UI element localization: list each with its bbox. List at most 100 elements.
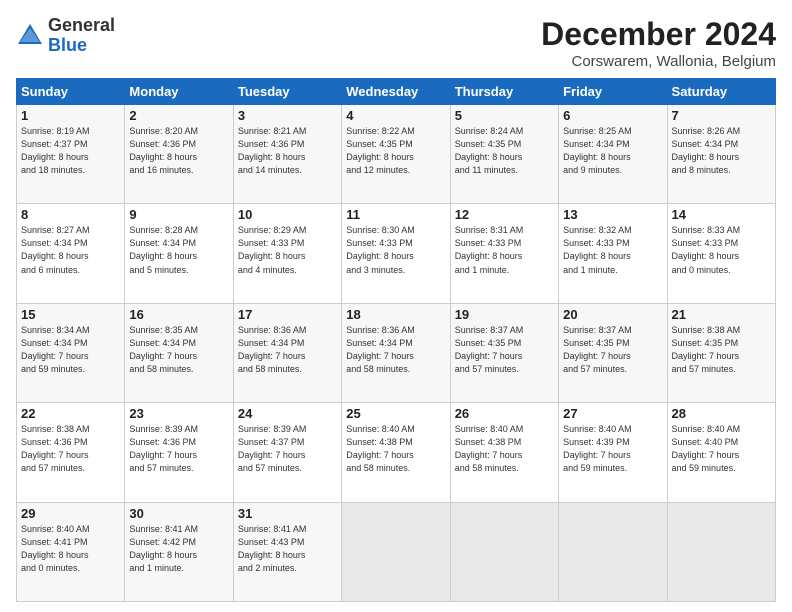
- day-cell: 1Sunrise: 8:19 AMSunset: 4:37 PMDaylight…: [17, 105, 125, 204]
- day-cell: 19 Sunrise: 8:37 AMSunset: 4:35 PMDayligh…: [450, 303, 558, 402]
- day-cell: 31 Sunrise: 8:41 AMSunset: 4:43 PMDayligh…: [233, 502, 341, 601]
- day-cell: 14 Sunrise: 8:33 AMSunset: 4:33 PMDayligh…: [667, 204, 775, 303]
- calendar-page: General Blue December 2024 Corswarem, Wa…: [0, 0, 792, 612]
- page-title: December 2024: [541, 16, 776, 53]
- week-row-1: 1Sunrise: 8:19 AMSunset: 4:37 PMDaylight…: [17, 105, 776, 204]
- day-info: Sunrise: 8:32 AMSunset: 4:33 PMDaylight:…: [563, 224, 662, 276]
- day-cell: 5Sunrise: 8:24 AMSunset: 4:35 PMDaylight…: [450, 105, 558, 204]
- day-number: 1: [21, 108, 120, 123]
- day-number: 19: [455, 307, 554, 322]
- day-cell: 4 Sunrise: 8:22 AMSunset: 4:35 PMDaylight…: [342, 105, 450, 204]
- day-info: Sunrise: 8:41 AMSunset: 4:43 PMDaylight:…: [238, 523, 337, 575]
- calendar-table: SundayMondayTuesdayWednesdayThursdayFrid…: [16, 78, 776, 602]
- day-info: Sunrise: 8:37 AMSunset: 4:35 PMDaylight:…: [455, 324, 554, 376]
- day-number: 6: [563, 108, 662, 123]
- day-number: 16: [129, 307, 228, 322]
- day-number: 12: [455, 207, 554, 222]
- day-info: Sunrise: 8:21 AMSunset: 4:36 PMDaylight:…: [238, 125, 337, 177]
- day-cell: 17 Sunrise: 8:36 AMSunset: 4:34 PMDayligh…: [233, 303, 341, 402]
- logo: General Blue: [16, 16, 115, 56]
- week-row-5: 29 Sunrise: 8:40 AMSunset: 4:41 PMDayligh…: [17, 502, 776, 601]
- day-info: Sunrise: 8:36 AMSunset: 4:34 PMDaylight:…: [238, 324, 337, 376]
- day-cell: 20 Sunrise: 8:37 AMSunset: 4:35 PMDayligh…: [559, 303, 667, 402]
- day-number: 31: [238, 506, 337, 521]
- day-number: 14: [672, 207, 771, 222]
- day-info: Sunrise: 8:40 AMSunset: 4:38 PMDaylight:…: [346, 423, 445, 475]
- day-cell: 16 Sunrise: 8:35 AMSunset: 4:34 PMDayligh…: [125, 303, 233, 402]
- day-cell: 22 Sunrise: 8:38 AMSunset: 4:36 PMDayligh…: [17, 403, 125, 502]
- day-info: Sunrise: 8:22 AMSunset: 4:35 PMDaylight:…: [346, 125, 445, 177]
- day-number: 23: [129, 406, 228, 421]
- day-number: 2: [129, 108, 228, 123]
- day-header-friday: Friday: [559, 79, 667, 105]
- day-cell: 18Sunrise: 8:36 AMSunset: 4:34 PMDayligh…: [342, 303, 450, 402]
- day-number: 9: [129, 207, 228, 222]
- day-info: Sunrise: 8:39 AMSunset: 4:37 PMDaylight:…: [238, 423, 337, 475]
- day-cell: 10 Sunrise: 8:29 AMSunset: 4:33 PMDayligh…: [233, 204, 341, 303]
- day-number: 25: [346, 406, 445, 421]
- day-info: Sunrise: 8:28 AMSunset: 4:34 PMDaylight:…: [129, 224, 228, 276]
- day-cell: 23 Sunrise: 8:39 AMSunset: 4:36 PMDayligh…: [125, 403, 233, 502]
- day-number: 4: [346, 108, 445, 123]
- day-cell: 6 Sunrise: 8:25 AMSunset: 4:34 PMDaylight…: [559, 105, 667, 204]
- day-number: 10: [238, 207, 337, 222]
- day-info: Sunrise: 8:40 AMSunset: 4:38 PMDaylight:…: [455, 423, 554, 475]
- logo-general: General: [48, 15, 115, 35]
- day-cell: 13 Sunrise: 8:32 AMSunset: 4:33 PMDayligh…: [559, 204, 667, 303]
- page-subtitle: Corswarem, Wallonia, Belgium: [541, 53, 776, 70]
- day-number: 27: [563, 406, 662, 421]
- title-block: December 2024 Corswarem, Wallonia, Belgi…: [541, 16, 776, 70]
- day-info: Sunrise: 8:30 AMSunset: 4:33 PMDaylight:…: [346, 224, 445, 276]
- day-number: 24: [238, 406, 337, 421]
- day-number: 15: [21, 307, 120, 322]
- day-number: 11: [346, 207, 445, 222]
- day-cell: 9 Sunrise: 8:28 AMSunset: 4:34 PMDaylight…: [125, 204, 233, 303]
- day-number: 21: [672, 307, 771, 322]
- day-info: Sunrise: 8:38 AMSunset: 4:35 PMDaylight:…: [672, 324, 771, 376]
- day-cell: 24 Sunrise: 8:39 AMSunset: 4:37 PMDayligh…: [233, 403, 341, 502]
- day-number: 7: [672, 108, 771, 123]
- day-number: 28: [672, 406, 771, 421]
- day-cell: 25 Sunrise: 8:40 AMSunset: 4:38 PMDayligh…: [342, 403, 450, 502]
- day-info: Sunrise: 8:34 AMSunset: 4:34 PMDaylight:…: [21, 324, 120, 376]
- day-number: 29: [21, 506, 120, 521]
- day-info: Sunrise: 8:26 AMSunset: 4:34 PMDaylight:…: [672, 125, 771, 177]
- logo-icon: [16, 22, 44, 50]
- day-info: Sunrise: 8:20 AMSunset: 4:36 PMDaylight:…: [129, 125, 228, 177]
- day-info: Sunrise: 8:38 AMSunset: 4:36 PMDaylight:…: [21, 423, 120, 475]
- day-info: Sunrise: 8:31 AMSunset: 4:33 PMDaylight:…: [455, 224, 554, 276]
- header: General Blue December 2024 Corswarem, Wa…: [16, 16, 776, 70]
- day-info: Sunrise: 8:35 AMSunset: 4:34 PMDaylight:…: [129, 324, 228, 376]
- day-cell: 11 Sunrise: 8:30 AMSunset: 4:33 PMDayligh…: [342, 204, 450, 303]
- day-cell: 26Sunrise: 8:40 AMSunset: 4:38 PMDayligh…: [450, 403, 558, 502]
- day-info: Sunrise: 8:25 AMSunset: 4:34 PMDaylight:…: [563, 125, 662, 177]
- day-cell: 15 Sunrise: 8:34 AMSunset: 4:34 PMDayligh…: [17, 303, 125, 402]
- day-number: 5: [455, 108, 554, 123]
- day-header-saturday: Saturday: [667, 79, 775, 105]
- day-info: Sunrise: 8:27 AMSunset: 4:34 PMDaylight:…: [21, 224, 120, 276]
- day-info: Sunrise: 8:29 AMSunset: 4:33 PMDaylight:…: [238, 224, 337, 276]
- day-header-thursday: Thursday: [450, 79, 558, 105]
- day-number: 22: [21, 406, 120, 421]
- day-number: 3: [238, 108, 337, 123]
- day-cell: 3 Sunrise: 8:21 AMSunset: 4:36 PMDaylight…: [233, 105, 341, 204]
- day-number: 20: [563, 307, 662, 322]
- day-header-sunday: Sunday: [17, 79, 125, 105]
- week-row-4: 22 Sunrise: 8:38 AMSunset: 4:36 PMDayligh…: [17, 403, 776, 502]
- day-info: Sunrise: 8:40 AMSunset: 4:39 PMDaylight:…: [563, 423, 662, 475]
- day-cell: 27 Sunrise: 8:40 AMSunset: 4:39 PMDayligh…: [559, 403, 667, 502]
- day-cell: [559, 502, 667, 601]
- day-header-wednesday: Wednesday: [342, 79, 450, 105]
- day-cell: 12 Sunrise: 8:31 AMSunset: 4:33 PMDayligh…: [450, 204, 558, 303]
- day-info: Sunrise: 8:33 AMSunset: 4:33 PMDaylight:…: [672, 224, 771, 276]
- day-info: Sunrise: 8:37 AMSunset: 4:35 PMDaylight:…: [563, 324, 662, 376]
- day-number: 17: [238, 307, 337, 322]
- day-info: Sunrise: 8:40 AMSunset: 4:41 PMDaylight:…: [21, 523, 120, 575]
- day-cell: [450, 502, 558, 601]
- day-header-tuesday: Tuesday: [233, 79, 341, 105]
- day-number: 13: [563, 207, 662, 222]
- day-cell: 7 Sunrise: 8:26 AMSunset: 4:34 PMDaylight…: [667, 105, 775, 204]
- day-header-monday: Monday: [125, 79, 233, 105]
- calendar-header-row: SundayMondayTuesdayWednesdayThursdayFrid…: [17, 79, 776, 105]
- day-info: Sunrise: 8:39 AMSunset: 4:36 PMDaylight:…: [129, 423, 228, 475]
